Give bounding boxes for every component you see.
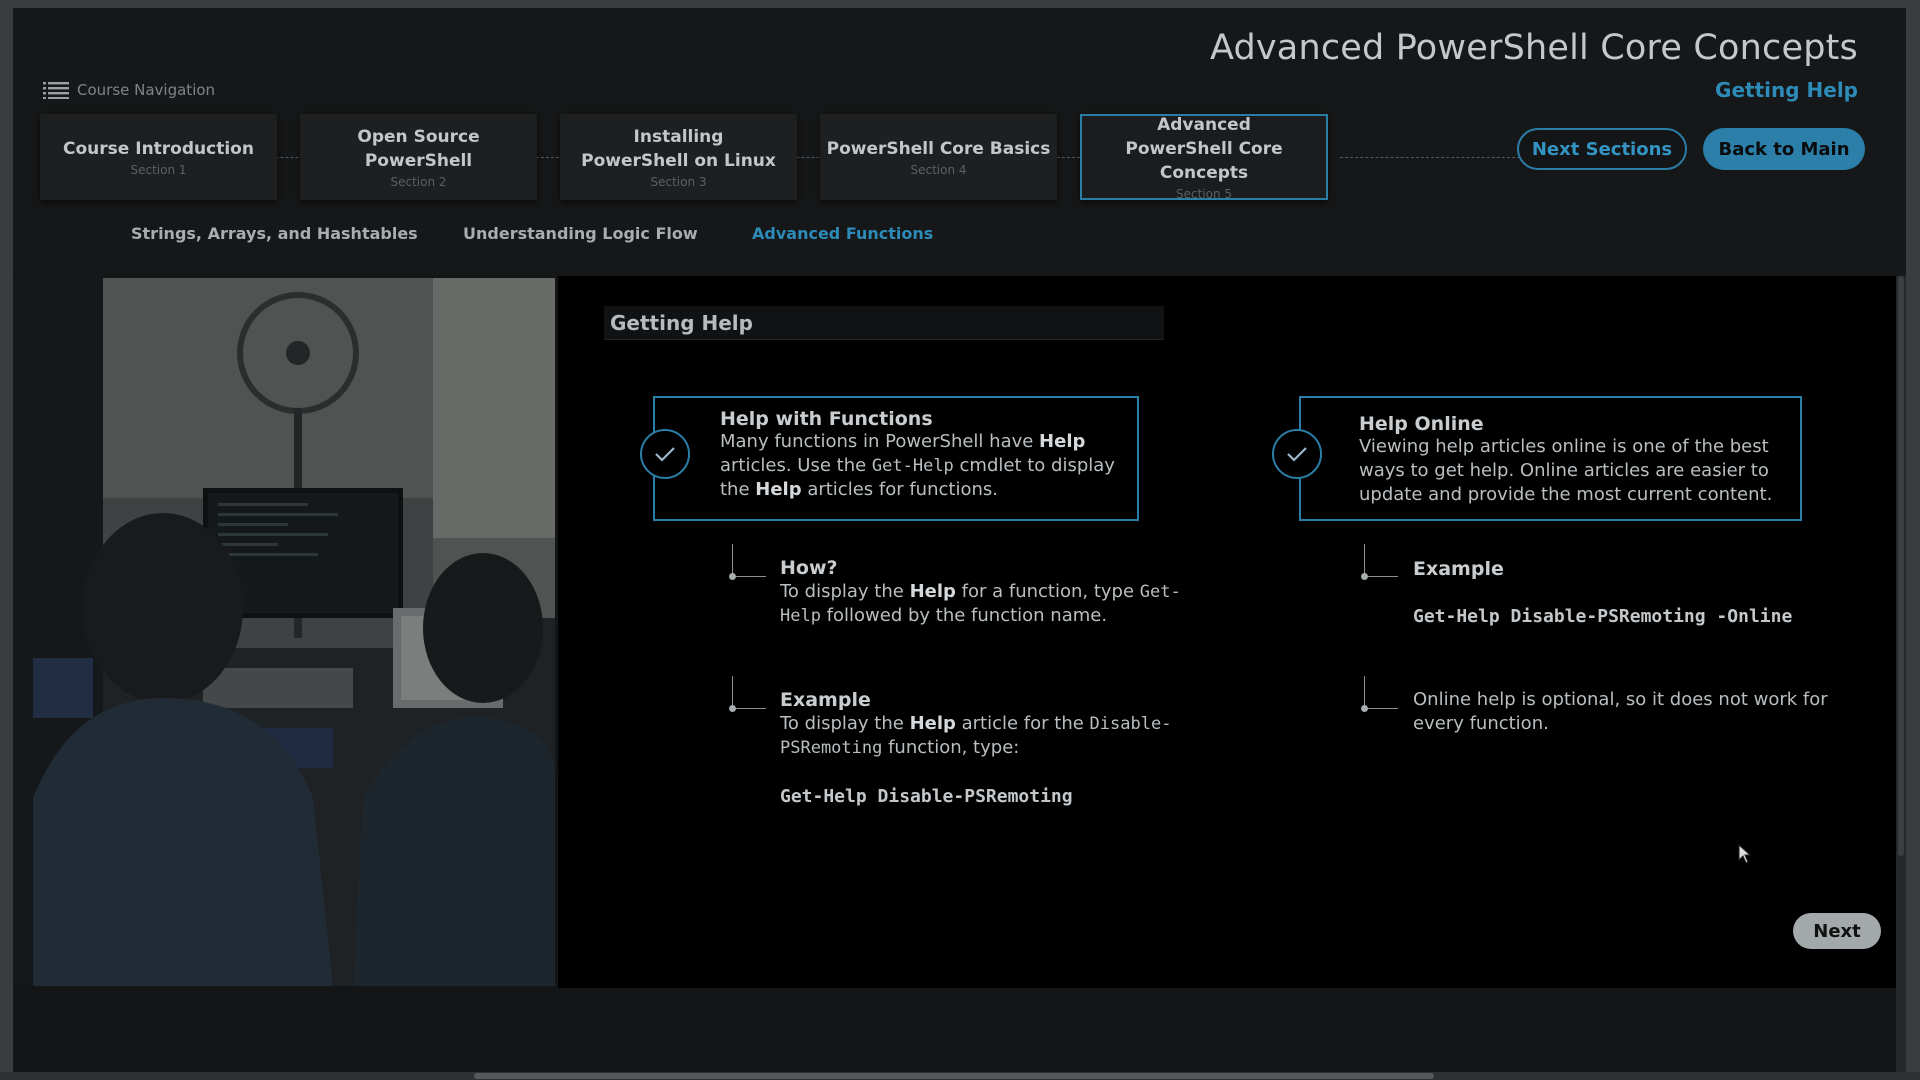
section-name: Course Introduction — [63, 139, 254, 159]
section-number: Section 3 — [650, 175, 707, 189]
mouse-pointer-icon — [1738, 844, 1752, 864]
course-photo-illustration — [13, 278, 555, 986]
page-title: Advanced PowerShell Core Concepts — [1209, 28, 1858, 68]
course-photo — [13, 278, 555, 986]
section-name: Advanced PowerShell Core Concepts — [1125, 115, 1283, 183]
section-connector — [1340, 157, 1520, 158]
item-body: To display the Help for a function, type… — [780, 581, 1181, 626]
course-player: Advanced PowerShell Core Concepts Gettin… — [13, 8, 1906, 1076]
item-title: Example — [780, 689, 871, 711]
note-item: Online help is optional, so it does not … — [1413, 689, 1828, 734]
item-title: Example — [1413, 558, 1504, 580]
next-sections-button[interactable]: Next Sections — [1517, 128, 1687, 170]
section-number: Section 5 — [1175, 187, 1233, 201]
help-online-card: Help Online Viewing help articles online… — [1299, 396, 1802, 521]
card-body: Viewing help articles online is one of t… — [1359, 436, 1773, 505]
section-name: PowerShell Core Basics — [826, 139, 1051, 159]
help-with-functions-card: Help with Functions Many functions in Po… — [653, 396, 1139, 521]
card-body: Many functions in PowerShell have Help a… — [720, 431, 1115, 500]
example-item: Example To display the Help article for … — [780, 688, 1200, 760]
page-subtitle: Getting Help — [1715, 78, 1858, 102]
section-name: Open Source PowerShell — [357, 127, 480, 171]
section-name: Installing PowerShell on Linux — [581, 127, 776, 171]
checkmark-icon — [640, 429, 690, 479]
scrollbar-thumb[interactable] — [1898, 276, 1904, 856]
lesson-heading: Getting Help — [604, 306, 1164, 340]
list-icon — [43, 82, 69, 99]
next-button[interactable]: Next — [1793, 913, 1881, 949]
tab-understanding-logic-flow[interactable]: Understanding Logic Flow — [463, 224, 698, 243]
tab-strings-arrays-hashtables[interactable]: Strings, Arrays, and Hashtables — [131, 224, 418, 243]
section-card-4[interactable]: PowerShell Core Basics Section 4 — [820, 114, 1057, 200]
card-title: Help with Functions — [720, 408, 933, 430]
course-navigation-label: Course Navigation — [77, 81, 216, 99]
section-number: Section 2 — [390, 175, 447, 189]
tab-advanced-functions[interactable]: Advanced Functions — [752, 224, 933, 243]
item-body: To display the Help article for the Disa… — [780, 713, 1172, 758]
code-example: Get-Help Disable-PSRemoting — [780, 786, 1073, 807]
checkmark-icon — [1272, 429, 1322, 479]
header: Advanced PowerShell Core Concepts Gettin… — [13, 8, 1906, 276]
card-title: Help Online — [1359, 413, 1484, 435]
back-to-main-button[interactable]: Back to Main — [1703, 128, 1865, 170]
online-example-item: Example — [1413, 557, 1873, 581]
section-card-1[interactable]: Course Introduction Section 1 — [40, 114, 277, 200]
how-item: How? To display the Help for a function,… — [780, 556, 1200, 628]
section-number: Section 4 — [910, 163, 967, 177]
section-card-5[interactable]: Advanced PowerShell Core Concepts Sectio… — [1080, 114, 1328, 201]
section-card-3[interactable]: Installing PowerShell on Linux Section 3 — [560, 114, 797, 200]
section-number: Section 1 — [130, 163, 187, 177]
section-card-2[interactable]: Open Source PowerShell Section 2 — [300, 114, 537, 200]
vertical-scrollbar[interactable] — [1896, 276, 1906, 1076]
code-example: Get-Help Disable-PSRemoting -Online — [1413, 606, 1793, 627]
horizontal-scrollbar-thumb[interactable] — [474, 1073, 1434, 1079]
lesson-content: Getting Help Help with Functions Many fu… — [558, 276, 1906, 988]
course-navigation-button[interactable]: Course Navigation — [43, 81, 215, 99]
item-title: How? — [780, 557, 838, 579]
